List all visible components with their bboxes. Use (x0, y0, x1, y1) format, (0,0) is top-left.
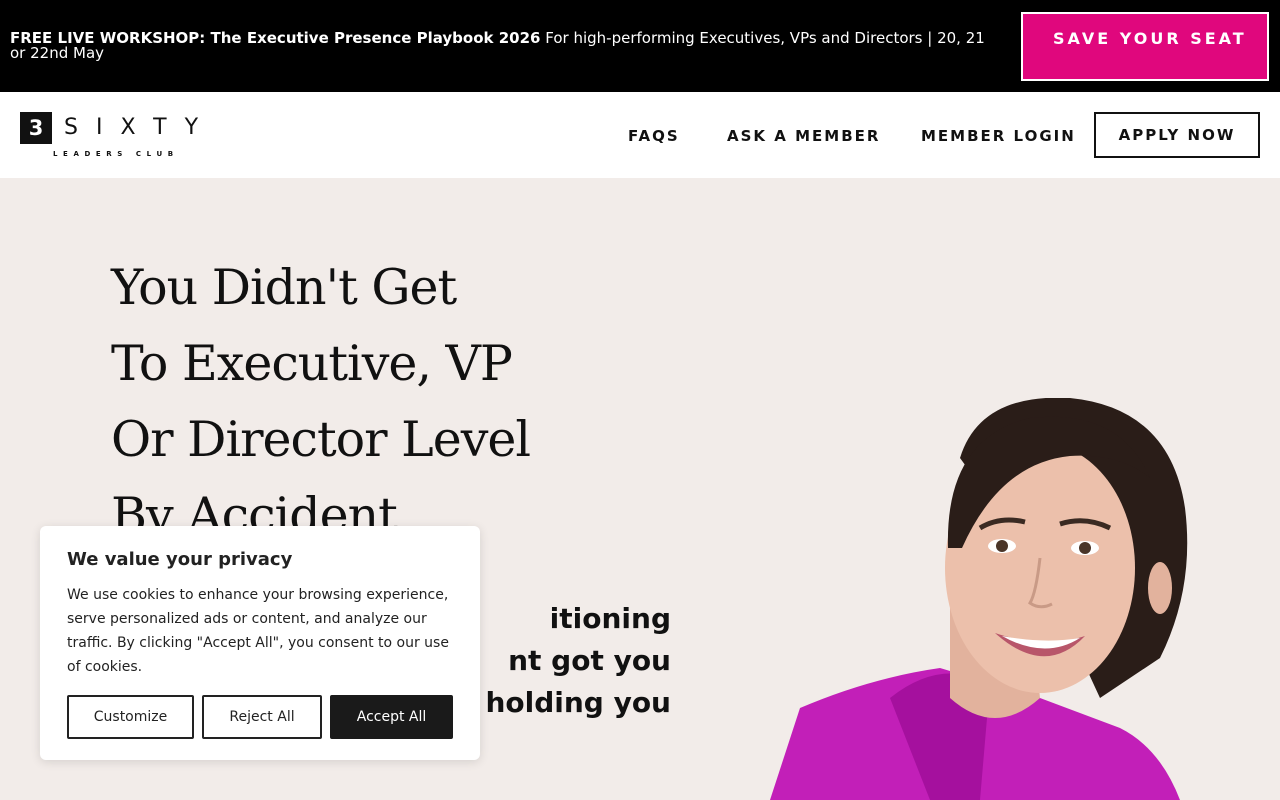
logo-word: SIXTY (64, 115, 217, 140)
customize-button[interactable]: Customize (67, 695, 194, 739)
cookie-title: We value your privacy (67, 549, 293, 570)
portrait-image (770, 398, 1188, 800)
logo-subtitle: LEADERS CLUB (53, 150, 179, 158)
headline-line: You Didn't Get (111, 259, 457, 316)
reject-all-button[interactable]: Reject All (202, 695, 322, 739)
cookie-consent-banner: We value your privacy We use cookies to … (40, 526, 480, 760)
logo-number: 3 (20, 112, 52, 144)
logo[interactable]: 3 SIXTY LEADERS CLUB (20, 112, 230, 160)
apply-now-button[interactable]: APPLY NOW (1094, 112, 1260, 158)
cookie-text: We use cookies to enhance your browsing … (67, 587, 449, 675)
accept-all-button[interactable]: Accept All (330, 695, 453, 739)
nav-faqs[interactable]: FAQS (628, 128, 680, 144)
site-header: 3 SIXTY LEADERS CLUB FAQS ASK A MEMBER M… (0, 92, 1280, 178)
nav-ask-a-member[interactable]: ASK A MEMBER (727, 128, 880, 144)
headline-line: To Executive, VP (111, 335, 513, 392)
hero-headline: You Didn't Get To Executive, VP Or Direc… (111, 250, 631, 554)
save-your-seat-button[interactable]: SAVE YOUR SEAT (1021, 12, 1269, 81)
headline-line: Or Director Level (111, 411, 531, 468)
nav-member-login[interactable]: MEMBER LOGIN (921, 128, 1076, 144)
announcement-text: FREE LIVE WORKSHOP: The Executive Presen… (10, 31, 1000, 61)
announcement-bar: FREE LIVE WORKSHOP: The Executive Presen… (0, 0, 1280, 92)
